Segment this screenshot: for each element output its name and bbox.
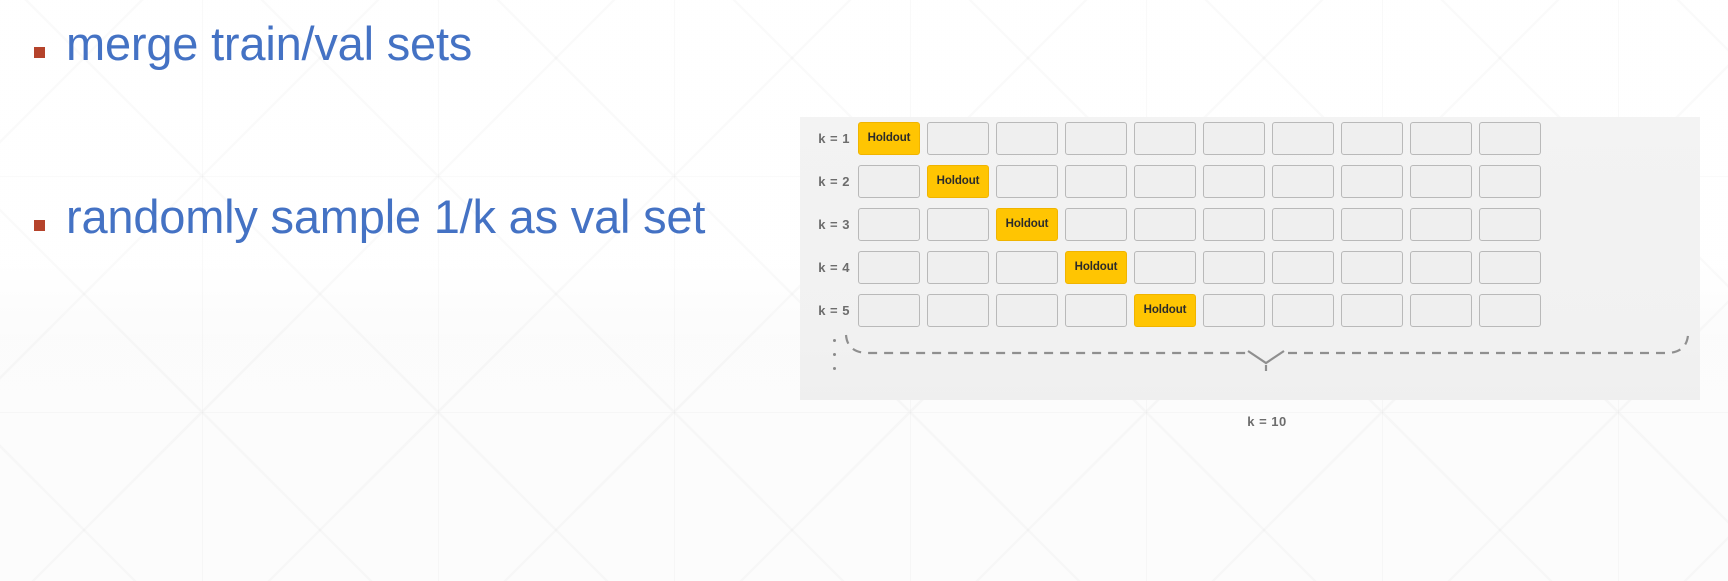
kfold-cell — [927, 121, 989, 155]
kfold-cell — [996, 250, 1058, 284]
kfold-row-cells: Holdout — [858, 250, 1548, 284]
kfold-row: k = 1 Holdout — [800, 117, 1548, 159]
kfold-cell — [1272, 293, 1334, 327]
kfold-cell — [1341, 293, 1403, 327]
kfold-cell-holdout: Holdout — [996, 207, 1058, 241]
kfold-cell-holdout: Holdout — [1065, 250, 1127, 284]
kfold-cell-holdout: Holdout — [1134, 293, 1196, 327]
kfold-cell-holdout: Holdout — [858, 121, 920, 155]
kfold-row: k = 4 Holdout — [800, 246, 1548, 288]
kfold-cell — [996, 293, 1058, 327]
kfold-cell — [1203, 250, 1265, 284]
kfold-cell — [1134, 121, 1196, 155]
kfold-cell — [858, 207, 920, 241]
kfold-cell — [1272, 121, 1334, 155]
kfold-cell — [1410, 250, 1472, 284]
holdout-label: Holdout — [867, 132, 911, 144]
kfold-cell — [1479, 207, 1541, 241]
ellipsis-dot — [832, 353, 836, 356]
holdout-label: Holdout — [1074, 261, 1118, 273]
bullet-square-icon — [34, 47, 45, 58]
kfold-cell — [1479, 250, 1541, 284]
kfold-cell — [858, 250, 920, 284]
kfold-cell — [1410, 293, 1472, 327]
kfold-cell — [927, 293, 989, 327]
kfold-row-cells: Holdout — [858, 207, 1548, 241]
kfold-cell — [1065, 207, 1127, 241]
bullet-item-1-label: merge train/val sets — [66, 17, 473, 70]
kfold-total-label: k = 10 — [1247, 414, 1287, 429]
kfold-cell — [1272, 250, 1334, 284]
kfold-cell — [927, 207, 989, 241]
kfold-row-cells: Holdout — [858, 293, 1548, 327]
kfold-cell — [1065, 164, 1127, 198]
kfold-cell — [1203, 121, 1265, 155]
kfold-cell — [1272, 164, 1334, 198]
kfold-cell — [1341, 250, 1403, 284]
kfold-cell — [1203, 164, 1265, 198]
kfold-grid: k = 1 Holdout k = 2 Holdout k = 3 Holdou… — [800, 117, 1548, 332]
kfold-cell — [1065, 121, 1127, 155]
slide-canvas: merge train/val sets randomly sample 1/k… — [0, 0, 1728, 581]
bullet-square-icon — [34, 219, 45, 231]
kfold-cell — [1410, 207, 1472, 241]
bullet-item-2: randomly sample 1/k as val set — [34, 189, 794, 244]
bracket-icon — [844, 334, 1690, 371]
kfold-cell — [1272, 207, 1334, 241]
kfold-row-label: k = 3 — [818, 216, 850, 232]
kfold-row-cells: Holdout — [858, 164, 1548, 198]
kfold-cell — [1410, 164, 1472, 198]
kfold-cell — [1341, 164, 1403, 198]
kfold-cell — [1203, 293, 1265, 327]
kfold-cell — [927, 250, 989, 284]
kfold-row-label: k = 5 — [818, 302, 850, 318]
kfold-cell — [1479, 293, 1541, 327]
kfold-cell — [1203, 207, 1265, 241]
bullet-list: merge train/val sets randomly sample 1/k… — [34, 17, 794, 363]
holdout-label: Holdout — [936, 175, 980, 187]
kfold-cell — [996, 164, 1058, 198]
holdout-label: Holdout — [1005, 218, 1049, 230]
kfold-cell — [858, 293, 920, 327]
kfold-span-bracket — [842, 329, 1692, 373]
kfold-cell — [1065, 293, 1127, 327]
kfold-row: k = 5 Holdout — [800, 289, 1548, 331]
kfold-row: k = 3 Holdout — [800, 203, 1548, 245]
kfold-diagram: k = 1 Holdout k = 2 Holdout k = 3 Holdou… — [800, 117, 1700, 429]
kfold-cell — [1479, 164, 1541, 198]
kfold-cell — [996, 121, 1058, 155]
holdout-label: Holdout — [1143, 304, 1187, 316]
kfold-row-label: k = 1 — [818, 130, 850, 146]
ellipsis-dot — [832, 367, 836, 370]
kfold-row-cells: Holdout — [858, 121, 1548, 155]
kfold-cell-holdout: Holdout — [927, 164, 989, 198]
kfold-cell — [1134, 207, 1196, 241]
ellipsis-dot — [832, 339, 836, 342]
kfold-cell — [1134, 250, 1196, 284]
bullet-item-2-label: randomly sample 1/k as val set — [66, 189, 706, 243]
kfold-cell — [1341, 207, 1403, 241]
kfold-cell — [1479, 121, 1541, 155]
kfold-row-label: k = 4 — [818, 259, 850, 275]
kfold-row-label: k = 2 — [818, 173, 850, 189]
kfold-cell — [858, 164, 920, 198]
kfold-cell — [1134, 164, 1196, 198]
bullet-item-1: merge train/val sets — [34, 17, 794, 71]
kfold-row: k = 2 Holdout — [800, 160, 1548, 202]
kfold-cell — [1341, 121, 1403, 155]
kfold-cell — [1410, 121, 1472, 155]
